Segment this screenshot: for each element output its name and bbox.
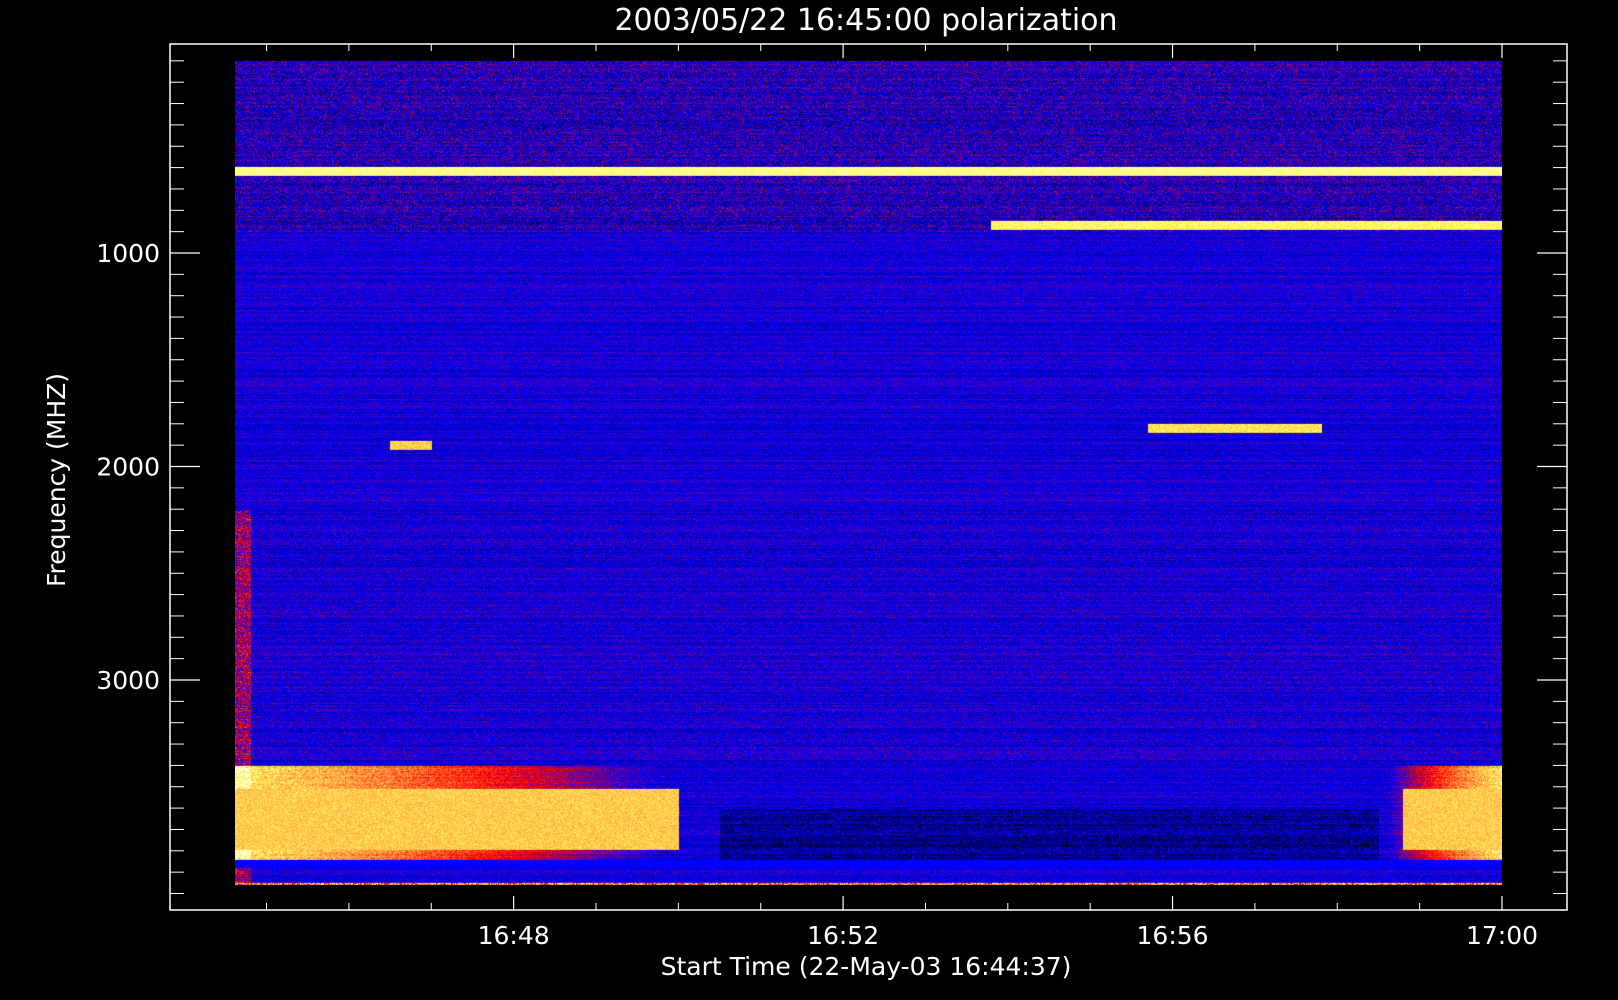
x-tick-label: 16:48 [478,921,550,950]
y-tick-label: 3000 [96,666,160,695]
y-tick-label: 1000 [96,239,160,268]
spectrogram-image [235,60,1502,885]
y-tick-label: 2000 [96,453,160,482]
spectrogram-heatmap [235,60,1502,885]
x-axis-label: Start Time (22-May-03 16:44:37) [661,952,1072,981]
x-tick-label: 17:00 [1466,921,1538,950]
x-tick-labels: 16:48 16:52 16:56 17:00 [478,921,1538,950]
chart-title: 2003/05/22 16:45:00 polarization [614,3,1117,38]
spectrogram-chart: 2003/05/22 16:45:00 polarization 16:48 16… [42,3,1568,981]
y-axis-label: Frequency (MHZ) [42,373,71,587]
x-tick-label: 16:52 [807,921,879,950]
y-tick-labels: 1000 2000 3000 [96,239,160,695]
x-tick-label: 16:56 [1137,921,1209,950]
